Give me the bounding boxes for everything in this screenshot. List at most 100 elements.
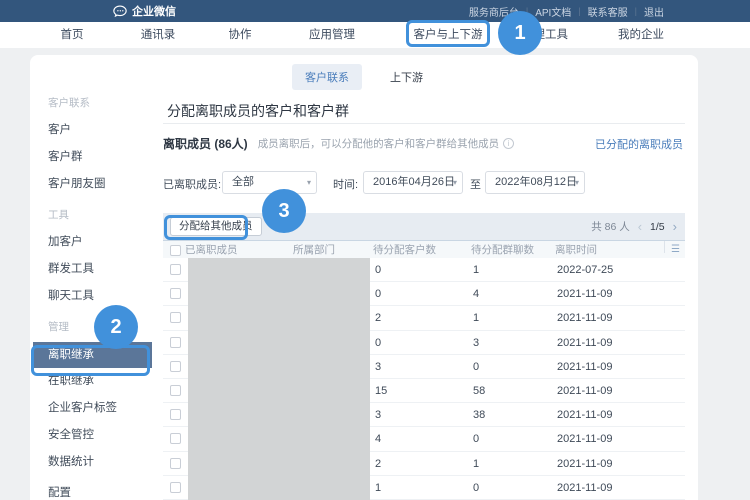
cell-date: 2021-11-09 bbox=[557, 403, 612, 427]
topbar-link-api-docs[interactable]: API文档 bbox=[535, 4, 571, 19]
sidebar-item-bulk-message[interactable]: 群发工具 bbox=[30, 256, 155, 283]
row-checkbox[interactable] bbox=[170, 361, 181, 372]
page-indicator: 1/5 bbox=[650, 221, 665, 233]
row-checkbox[interactable] bbox=[170, 337, 181, 348]
brand-label: 企业微信 bbox=[132, 3, 176, 19]
cell-groups: 1 bbox=[473, 306, 479, 330]
annotation-box-resigned-inherit bbox=[31, 345, 150, 376]
page-next-icon[interactable]: › bbox=[673, 219, 677, 234]
column-settings-icon[interactable]: ☰ bbox=[671, 241, 680, 259]
cell-date: 2021-11-09 bbox=[557, 355, 612, 379]
sidebar-item-chat-tools[interactable]: 聊天工具 bbox=[30, 283, 155, 310]
topbar-link-logout[interactable]: 退出 bbox=[644, 4, 664, 19]
annotation-badge-1: 1 bbox=[498, 11, 542, 55]
tab-customer-contact[interactable]: 客户联系 bbox=[292, 64, 362, 90]
date-from-value: 2016年04月26日 bbox=[373, 176, 455, 188]
cell-customers: 0 bbox=[375, 282, 381, 306]
sidebar-item-partial[interactable]: 配置 bbox=[30, 480, 155, 500]
cell-groups: 38 bbox=[473, 403, 485, 427]
sidebar-item-customer-groups[interactable]: 客户群 bbox=[30, 144, 155, 171]
tab-updownstream[interactable]: 上下游 bbox=[377, 64, 436, 90]
col-header-groups: 待分配群聊数 bbox=[471, 241, 534, 259]
page-prev-icon[interactable]: ‹ bbox=[638, 219, 642, 234]
sub-tabs: 客户联系 上下游 bbox=[292, 64, 436, 90]
row-checkbox[interactable] bbox=[170, 312, 181, 323]
sidebar-item-customer-tags[interactable]: 企业客户标签 bbox=[30, 395, 155, 422]
chevron-down-icon: ▾ bbox=[575, 172, 579, 193]
total-count: 共 86 人 bbox=[591, 219, 630, 234]
cell-groups: 0 bbox=[473, 427, 479, 451]
topbar-links: 服务商后台 | API文档 | 联系客服 | 退出 bbox=[469, 0, 664, 22]
table-header: 已离职成员 所属部门 待分配客户数 待分配群聊数 离职时间 ☰ bbox=[163, 240, 685, 258]
sidebar-header-customer-contact: 客户联系 bbox=[30, 90, 155, 117]
cell-date: 2021-11-09 bbox=[557, 427, 612, 451]
section-description: 成员离职后，可以分配他的客户和客户群给其他成员 bbox=[258, 136, 500, 151]
cell-customers: 3 bbox=[375, 355, 381, 379]
divider: | bbox=[635, 6, 637, 16]
col-header-department: 所属部门 bbox=[293, 241, 335, 259]
date-from-select[interactable]: 2016年04月26日 ▾ bbox=[363, 171, 463, 194]
cell-groups: 58 bbox=[473, 379, 485, 403]
sidebar-item-customers[interactable]: 客户 bbox=[30, 117, 155, 144]
member-filter-value: 全部 bbox=[232, 176, 254, 188]
row-checkbox[interactable] bbox=[170, 433, 181, 444]
nav-item-contacts[interactable]: 通讯录 bbox=[141, 22, 176, 48]
cell-groups: 3 bbox=[473, 331, 479, 355]
wework-logo-icon bbox=[113, 5, 127, 18]
divider: | bbox=[578, 6, 580, 16]
sidebar-item-moments[interactable]: 客户朋友圈 bbox=[30, 171, 155, 198]
cell-date: 2022-07-25 bbox=[557, 258, 613, 282]
cell-groups: 0 bbox=[473, 476, 479, 500]
col-header-member: 已离职成员 bbox=[185, 241, 238, 259]
assigned-members-link[interactable]: 已分配的离职成员 bbox=[595, 136, 683, 152]
cell-customers: 15 bbox=[375, 379, 387, 403]
nav-item-my-company[interactable]: 我的企业 bbox=[618, 22, 664, 48]
cell-customers: 0 bbox=[375, 258, 381, 282]
nav-item-collab[interactable]: 协作 bbox=[229, 22, 252, 48]
top-bar: 企业微信 服务商后台 | API文档 | 联系客服 | 退出 bbox=[0, 0, 750, 22]
date-to-select[interactable]: 2022年08月12日 ▾ bbox=[485, 171, 585, 194]
cell-customers: 2 bbox=[375, 452, 381, 476]
divider bbox=[163, 123, 685, 124]
cell-groups: 1 bbox=[473, 258, 479, 282]
page-title: 分配离职成员的客户和客户群 bbox=[167, 101, 349, 121]
date-to-value: 2022年08月12日 bbox=[495, 176, 577, 188]
cell-groups: 0 bbox=[473, 355, 479, 379]
section-title: 离职成员 (86人) bbox=[163, 135, 248, 152]
topbar-link-support[interactable]: 联系客服 bbox=[588, 4, 628, 19]
sidebar-item-statistics[interactable]: 数据统计 bbox=[30, 449, 155, 476]
info-icon[interactable]: i bbox=[503, 138, 514, 149]
to-label: 至 bbox=[470, 176, 481, 192]
row-checkbox[interactable] bbox=[170, 458, 181, 469]
row-checkbox[interactable] bbox=[170, 385, 181, 396]
cell-customers: 2 bbox=[375, 306, 381, 330]
cell-customers: 3 bbox=[375, 403, 381, 427]
cell-date: 2021-11-09 bbox=[557, 306, 612, 330]
cell-groups: 1 bbox=[473, 452, 479, 476]
cell-date: 2021-11-09 bbox=[557, 452, 612, 476]
row-checkbox[interactable] bbox=[170, 482, 181, 493]
divider bbox=[664, 241, 665, 253]
cell-date: 2021-11-09 bbox=[557, 379, 612, 403]
nav-item-home[interactable]: 首页 bbox=[61, 22, 84, 48]
filter-row: 已离职成员: 全部 ▾ 时间: 2016年04月26日 ▾ 至 2022年08月… bbox=[163, 171, 685, 195]
row-checkbox[interactable] bbox=[170, 409, 181, 420]
main-nav: 首页 通讯录 协作 应用管理 客户与上下游 管理工具 我的企业 bbox=[0, 22, 750, 48]
member-filter-select[interactable]: 全部 ▾ bbox=[222, 171, 317, 194]
sidebar-item-security[interactable]: 安全管控 bbox=[30, 422, 155, 449]
content-card: 客户联系 上下游 客户联系 客户 客户群 客户朋友圈 工具 加客户 群发工具 聊… bbox=[30, 55, 698, 500]
cell-customers: 4 bbox=[375, 427, 381, 451]
time-filter-label: 时间: bbox=[333, 176, 358, 192]
col-header-customers: 待分配客户数 bbox=[373, 241, 436, 259]
select-all-checkbox[interactable] bbox=[170, 245, 181, 256]
cell-date: 2021-11-09 bbox=[557, 476, 612, 500]
row-checkbox[interactable] bbox=[170, 288, 181, 299]
cell-date: 2021-11-09 bbox=[557, 331, 612, 355]
col-header-date: 离职时间 bbox=[555, 241, 597, 259]
sidebar-item-add-customer[interactable]: 加客户 bbox=[30, 229, 155, 256]
app-brand: 企业微信 bbox=[113, 0, 176, 22]
row-checkbox[interactable] bbox=[170, 264, 181, 275]
cell-customers: 0 bbox=[375, 331, 381, 355]
cell-groups: 4 bbox=[473, 282, 479, 306]
nav-item-apps[interactable]: 应用管理 bbox=[309, 22, 355, 48]
